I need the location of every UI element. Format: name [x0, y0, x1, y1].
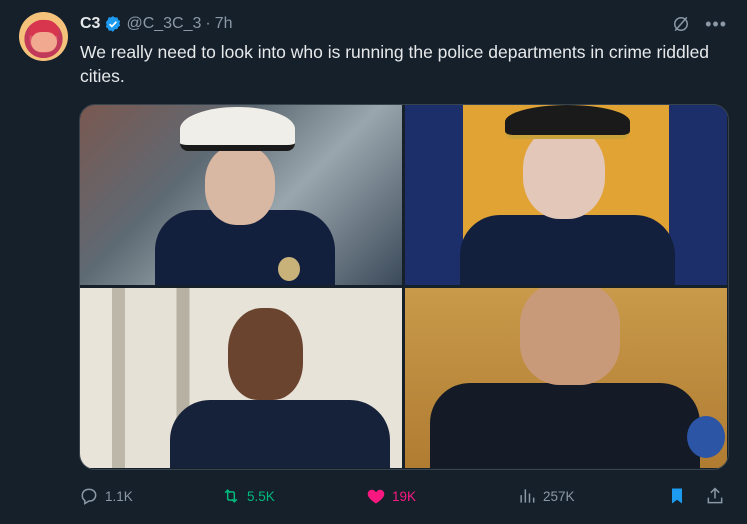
photo-figure-patch	[687, 416, 725, 458]
views-button[interactable]: 257K	[517, 486, 667, 506]
photo-figure-head	[205, 145, 275, 225]
photo-figure-uniform	[170, 400, 390, 468]
media-photo-1[interactable]	[80, 105, 402, 285]
heart-icon	[367, 489, 385, 504]
author-name[interactable]: C3	[80, 15, 100, 33]
media-photo-2[interactable]	[405, 105, 727, 285]
reply-button[interactable]: 1.1K	[79, 486, 221, 506]
tweet-actions-bar: 1.1K 5.5K 19K 257K	[79, 485, 727, 507]
author-avatar[interactable]	[19, 12, 68, 61]
views-icon	[520, 489, 535, 503]
like-count: 19K	[392, 488, 417, 504]
tweet-header: C3 @C_3C_3 · 7h •••	[80, 13, 727, 35]
reply-count: 1.1K	[105, 488, 133, 504]
photo-figure-head	[228, 308, 303, 400]
share-button[interactable]	[705, 486, 725, 506]
tweet-timestamp[interactable]: 7h	[215, 15, 233, 33]
like-button[interactable]: 19K	[366, 486, 517, 506]
retweet-button[interactable]: 5.5K	[221, 486, 366, 506]
photo-figure-cap	[180, 107, 295, 151]
photo-figure-uniform	[430, 383, 700, 468]
media-photo-3[interactable]	[80, 288, 402, 468]
photo-figure-head	[520, 288, 620, 385]
retweet-count: 5.5K	[247, 488, 275, 504]
avatar-face-shape	[31, 32, 57, 52]
photo-figure-badge	[278, 257, 300, 281]
reply-icon	[81, 488, 97, 505]
bookmark-button[interactable]	[667, 486, 705, 506]
media-photo-4[interactable]	[405, 288, 727, 468]
tweet-media-grid[interactable]	[79, 104, 729, 470]
views-count: 257K	[543, 488, 575, 504]
retweet-icon	[224, 489, 238, 503]
photo-figure-cap	[505, 105, 630, 139]
separator-dot: ·	[205, 15, 211, 32]
grok-icon[interactable]	[671, 14, 691, 34]
verified-badge-icon[interactable]	[104, 15, 122, 33]
author-handle[interactable]: @C_3C_3	[126, 15, 201, 33]
photo-figure-uniform	[460, 215, 675, 285]
share-icon	[707, 487, 723, 504]
tweet-text: We really need to look into who is runni…	[80, 42, 710, 86]
bookmark-icon	[672, 488, 682, 504]
more-icon[interactable]: •••	[705, 14, 727, 35]
photo-figure-head	[523, 127, 605, 219]
